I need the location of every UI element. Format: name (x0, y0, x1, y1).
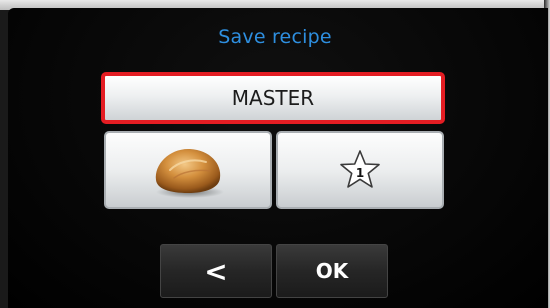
ok-button[interactable]: OK (276, 244, 388, 298)
back-label: < (204, 254, 228, 288)
recipe-image-button[interactable] (104, 131, 272, 209)
recipe-name-field[interactable]: MASTER (101, 72, 445, 124)
star-icon: 1 (340, 150, 380, 188)
back-button[interactable]: < (160, 244, 272, 298)
favourite-slot-button[interactable]: 1 (276, 131, 444, 209)
recipe-name-value: MASTER (231, 86, 315, 110)
favourite-number: 1 (356, 166, 364, 180)
bread-roll-icon (155, 148, 224, 198)
dialog-title: Save recipe (218, 26, 332, 48)
device-photo: Save recipe MASTER 1 < OK (0, 0, 550, 308)
ok-label: OK (315, 259, 349, 283)
